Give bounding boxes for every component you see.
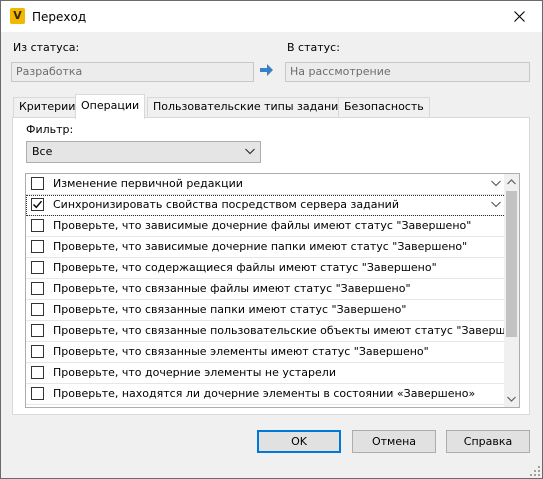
- list-item[interactable]: Проверьте, что связанные пользовательски…: [26, 321, 519, 342]
- list-item[interactable]: Проверьте, что зависимые дочерние файлы …: [26, 216, 506, 237]
- tab-custom-job-types[interactable]: Пользовательские типы заданий: [147, 97, 352, 117]
- checkbox-checked[interactable]: [31, 198, 44, 211]
- filter-value: Все: [32, 145, 53, 158]
- help-button[interactable]: Справка: [446, 430, 530, 453]
- checkbox[interactable]: [31, 219, 44, 232]
- list-item-label: Проверьте, что связанные пользовательски…: [53, 324, 520, 337]
- checkbox[interactable]: [31, 240, 44, 253]
- ok-button[interactable]: OK: [257, 430, 341, 453]
- list-item-label: Проверьте, что связанные элементы имеют …: [53, 345, 429, 358]
- list-item[interactable]: Проверьте, что дочерние элементы не уста…: [26, 363, 506, 384]
- filter-label: Фильтр:: [26, 123, 74, 136]
- checkbox[interactable]: [31, 345, 44, 358]
- checkbox[interactable]: [31, 324, 44, 337]
- list-item[interactable]: Проверьте, что зависимые дочерние папки …: [26, 237, 506, 258]
- checkmark-icon: [33, 200, 43, 209]
- window-title: Переход: [32, 10, 87, 24]
- list-item-label: Проверьте, что зависимые дочерние файлы …: [53, 219, 472, 232]
- chevron-down-icon: [245, 148, 255, 155]
- cancel-button[interactable]: Отмена: [352, 430, 436, 453]
- transition-dialog: V Переход Из статуса: Разработка В стату…: [0, 0, 543, 479]
- list-item[interactable]: Проверьте, что содержащиеся файлы имеют …: [26, 258, 506, 279]
- checkbox[interactable]: [31, 387, 44, 400]
- to-status-label: В статус:: [287, 41, 340, 54]
- operations-list[interactable]: Изменение первичной редакции Синхронизир…: [25, 173, 520, 408]
- chevron-down-icon[interactable]: [491, 180, 501, 187]
- list-item-label: Проверьте, что связанные папки имеют ста…: [53, 303, 407, 316]
- close-icon: [513, 11, 525, 22]
- list-item[interactable]: Проверьте, что связанные файлы имеют ста…: [26, 279, 506, 300]
- tab-criteria[interactable]: Критерии: [13, 97, 82, 117]
- list-scrollbar[interactable]: [504, 174, 519, 407]
- list-item-label: Изменение первичной редакции: [53, 177, 243, 190]
- tab-security[interactable]: Безопасность: [338, 97, 430, 117]
- arrow-right-icon: [260, 64, 273, 76]
- resize-grip-icon[interactable]: [530, 466, 540, 476]
- list-item[interactable]: Синхронизировать свойства посредством се…: [26, 195, 506, 216]
- scroll-down-icon[interactable]: [507, 396, 516, 402]
- scroll-up-icon[interactable]: [507, 179, 516, 185]
- filter-dropdown[interactable]: Все: [26, 141, 261, 163]
- checkbox[interactable]: [31, 303, 44, 316]
- title-bar: V Переход: [1, 1, 542, 32]
- checkbox[interactable]: [31, 177, 44, 190]
- checkbox[interactable]: [31, 282, 44, 295]
- list-item-label: Проверьте, находятся ли дочерние элемент…: [53, 387, 476, 400]
- scrollbar-thumb[interactable]: [506, 191, 517, 337]
- list-item[interactable]: Проверьте, что связанные папки имеют ста…: [26, 300, 506, 321]
- checkbox[interactable]: [31, 261, 44, 274]
- list-item-label: Проверьте, что дочерние элементы не уста…: [53, 366, 336, 379]
- app-logo-icon: V: [10, 8, 25, 24]
- from-status-field: Разработка: [11, 62, 254, 82]
- checkbox[interactable]: [31, 366, 44, 379]
- list-item-label: Синхронизировать свойства посредством се…: [53, 198, 399, 211]
- to-status-field: На рассмотрение: [285, 62, 530, 82]
- list-item-label: Проверьте, что связанные файлы имеют ста…: [53, 282, 411, 295]
- close-button[interactable]: [496, 1, 542, 32]
- list-item[interactable]: Проверьте, что связанные элементы имеют …: [26, 342, 506, 363]
- from-status-label: Из статуса:: [13, 41, 80, 54]
- list-item[interactable]: Проверьте, находятся ли дочерние элемент…: [26, 384, 506, 405]
- list-item-label: Проверьте, что зависимые дочерние папки …: [53, 240, 468, 253]
- tab-operations[interactable]: Операции: [75, 94, 146, 119]
- chevron-down-icon[interactable]: [491, 201, 501, 208]
- list-item[interactable]: Изменение первичной редакции: [26, 174, 506, 195]
- list-item-label: Проверьте, что содержащиеся файлы имеют …: [53, 261, 437, 274]
- list-item[interactable]: [26, 405, 506, 407]
